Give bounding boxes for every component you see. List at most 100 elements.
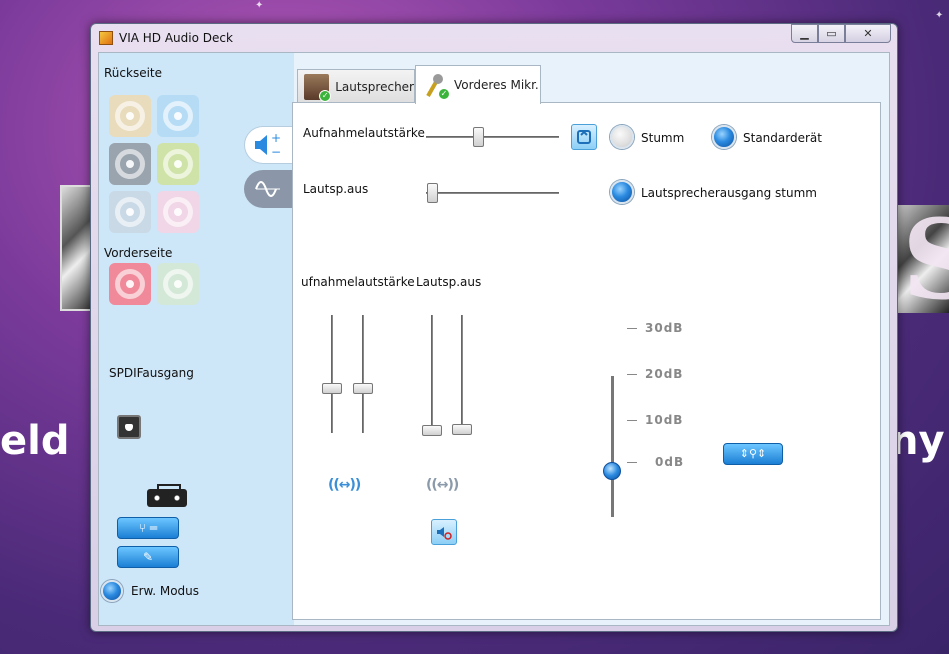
close-button[interactable]: ✕ (845, 24, 891, 43)
record-volume-thumb[interactable] (473, 127, 484, 147)
boombox-icon[interactable] (147, 484, 187, 507)
front-jack-red[interactable] (109, 263, 151, 305)
mixer-speaker-left-thumb[interactable] (422, 425, 442, 436)
settings-panel: Aufnahmelautstärke Stumm Standarderät La… (292, 102, 881, 620)
mic-settings-button[interactable]: ⇕⚲⇕ (723, 443, 783, 465)
db-tick (627, 462, 637, 463)
db-tick (627, 328, 637, 329)
spdif-icon[interactable] (117, 415, 141, 439)
background-text-right: ny (890, 418, 945, 464)
mixer-speaker-right-thumb[interactable] (452, 424, 472, 435)
db-tick (627, 374, 637, 375)
tab-front-mic[interactable]: ✓ Vorderes Mikr. (415, 65, 541, 104)
rear-jack-yellow[interactable] (109, 95, 151, 137)
waveform-icon (255, 181, 280, 197)
db-tick (627, 420, 637, 421)
record-volume-label: Aufnahmelautstärke (303, 126, 425, 140)
rear-label: Rückseite (104, 66, 163, 80)
reset-button[interactable] (571, 124, 597, 150)
db-10: 10dB (645, 413, 684, 427)
speaker-out-mute-label: Lautsprecherausgang stumm (641, 186, 817, 200)
mixer-record-label: ufnahmelautstärke (301, 275, 415, 289)
pencil-icon: ✎ (142, 550, 154, 564)
mute-radio[interactable] (610, 125, 634, 149)
minimize-icon: ▁ (800, 27, 809, 40)
tab-front-mic-label: Vorderes Mikr. (454, 78, 539, 92)
default-device-label: Standarderät (743, 131, 822, 145)
record-link-icon[interactable]: ((↔)) (328, 477, 361, 493)
jack-icon (163, 101, 193, 131)
check-icon: ✓ (319, 89, 332, 102)
maximize-button[interactable]: ▭ (818, 24, 845, 43)
jack-icon (115, 149, 145, 179)
mixer-record-right-thumb[interactable] (353, 383, 373, 394)
rear-jack-green[interactable] (157, 143, 199, 185)
background-star: ✦ (255, 0, 264, 11)
device-tabs: ✓ Lautsprecher ✓ Vorderes Mikr. (297, 65, 891, 104)
edit-button[interactable]: ✎ (117, 546, 179, 568)
speaker-volume-icon: + − (255, 131, 281, 159)
audio-deck-window: VIA HD Audio Deck ▁ ▭ ✕ Rückseite Vorder… (90, 23, 898, 632)
mixer-record-left-thumb[interactable] (322, 383, 342, 394)
record-volume-slider[interactable] (426, 136, 559, 138)
jack-icon (115, 197, 145, 227)
maximize-icon: ▭ (826, 27, 837, 40)
client-area: Rückseite Vorderseite SPDIFausgang ⑂ ═ ✎… (98, 52, 890, 626)
db-20: 20dB (645, 367, 684, 381)
background-text-left: eld (0, 418, 70, 464)
app-icon (99, 31, 113, 45)
tab-speaker[interactable]: ✓ Lautsprecher (297, 69, 415, 103)
mixer-speaker-label: Lautsp.aus (416, 275, 482, 289)
advanced-mode-label: Erw. Modus (131, 584, 200, 598)
mixer-record-left-slider[interactable] (331, 315, 333, 433)
speaker-mute-button[interactable] (431, 519, 457, 545)
background-star: ✦ (935, 10, 944, 21)
window-title: VIA HD Audio Deck (119, 31, 233, 45)
speaker-link-icon[interactable]: ((↔)) (426, 477, 459, 493)
microphone-icon: ✓ (422, 72, 450, 100)
advanced-mode-radio[interactable] (101, 580, 123, 602)
db-0: 0dB (655, 455, 685, 469)
front-jack-green[interactable] (157, 263, 199, 305)
reset-icon (577, 130, 591, 144)
tab-speaker-label: Lautsprecher (335, 79, 414, 94)
mic-settings-icon: ⇕⚲⇕ (739, 447, 767, 460)
close-icon: ✕ (863, 27, 873, 40)
rear-jack-pink[interactable] (157, 191, 199, 233)
check-icon: ✓ (438, 88, 450, 100)
jack-icon (115, 269, 145, 299)
minimize-button[interactable]: ▁ (791, 24, 818, 43)
connector-settings-button[interactable]: ⑂ ═ (117, 517, 179, 539)
mixer-speaker-left-slider[interactable] (431, 315, 433, 433)
side-tab-waveform[interactable] (244, 170, 296, 208)
speaker-out-thumb[interactable] (427, 183, 438, 203)
rear-jack-gray[interactable] (109, 143, 151, 185)
jack-icon (115, 101, 145, 131)
mic-boost-track[interactable] (611, 376, 614, 517)
background-photo-left (60, 185, 94, 311)
svg-text:+: + (271, 131, 281, 145)
speaker-out-label: Lautsp.aus (303, 182, 369, 196)
mixer-record-right-slider[interactable] (362, 315, 364, 433)
rear-jack-blue[interactable] (157, 95, 199, 137)
background-letter: S (902, 195, 949, 324)
speaker-icon: ✓ (304, 73, 332, 102)
speaker-out-slider[interactable] (426, 192, 559, 194)
jack-icon (163, 149, 193, 179)
connector-icon: ⑂ ═ (138, 521, 158, 535)
jack-icon (163, 197, 193, 227)
jack-icon (163, 269, 193, 299)
svg-text:−: − (271, 145, 281, 159)
side-tab-volume[interactable]: + − (244, 126, 296, 164)
mute-label: Stumm (641, 131, 685, 145)
title-bar[interactable]: VIA HD Audio Deck ▁ ▭ ✕ (91, 24, 897, 52)
speaker-mute-icon (437, 527, 452, 540)
default-device-radio[interactable] (712, 125, 736, 149)
mixer-speaker-right-slider[interactable] (461, 315, 463, 433)
mic-boost-thumb[interactable] (603, 462, 621, 480)
spdif-label: SPDIFausgang (109, 366, 194, 380)
speaker-out-mute-radio[interactable] (610, 180, 634, 204)
window-controls: ▁ ▭ ✕ (791, 24, 891, 43)
rear-jack-lightgray[interactable] (109, 191, 151, 233)
db-30: 30dB (645, 321, 684, 335)
